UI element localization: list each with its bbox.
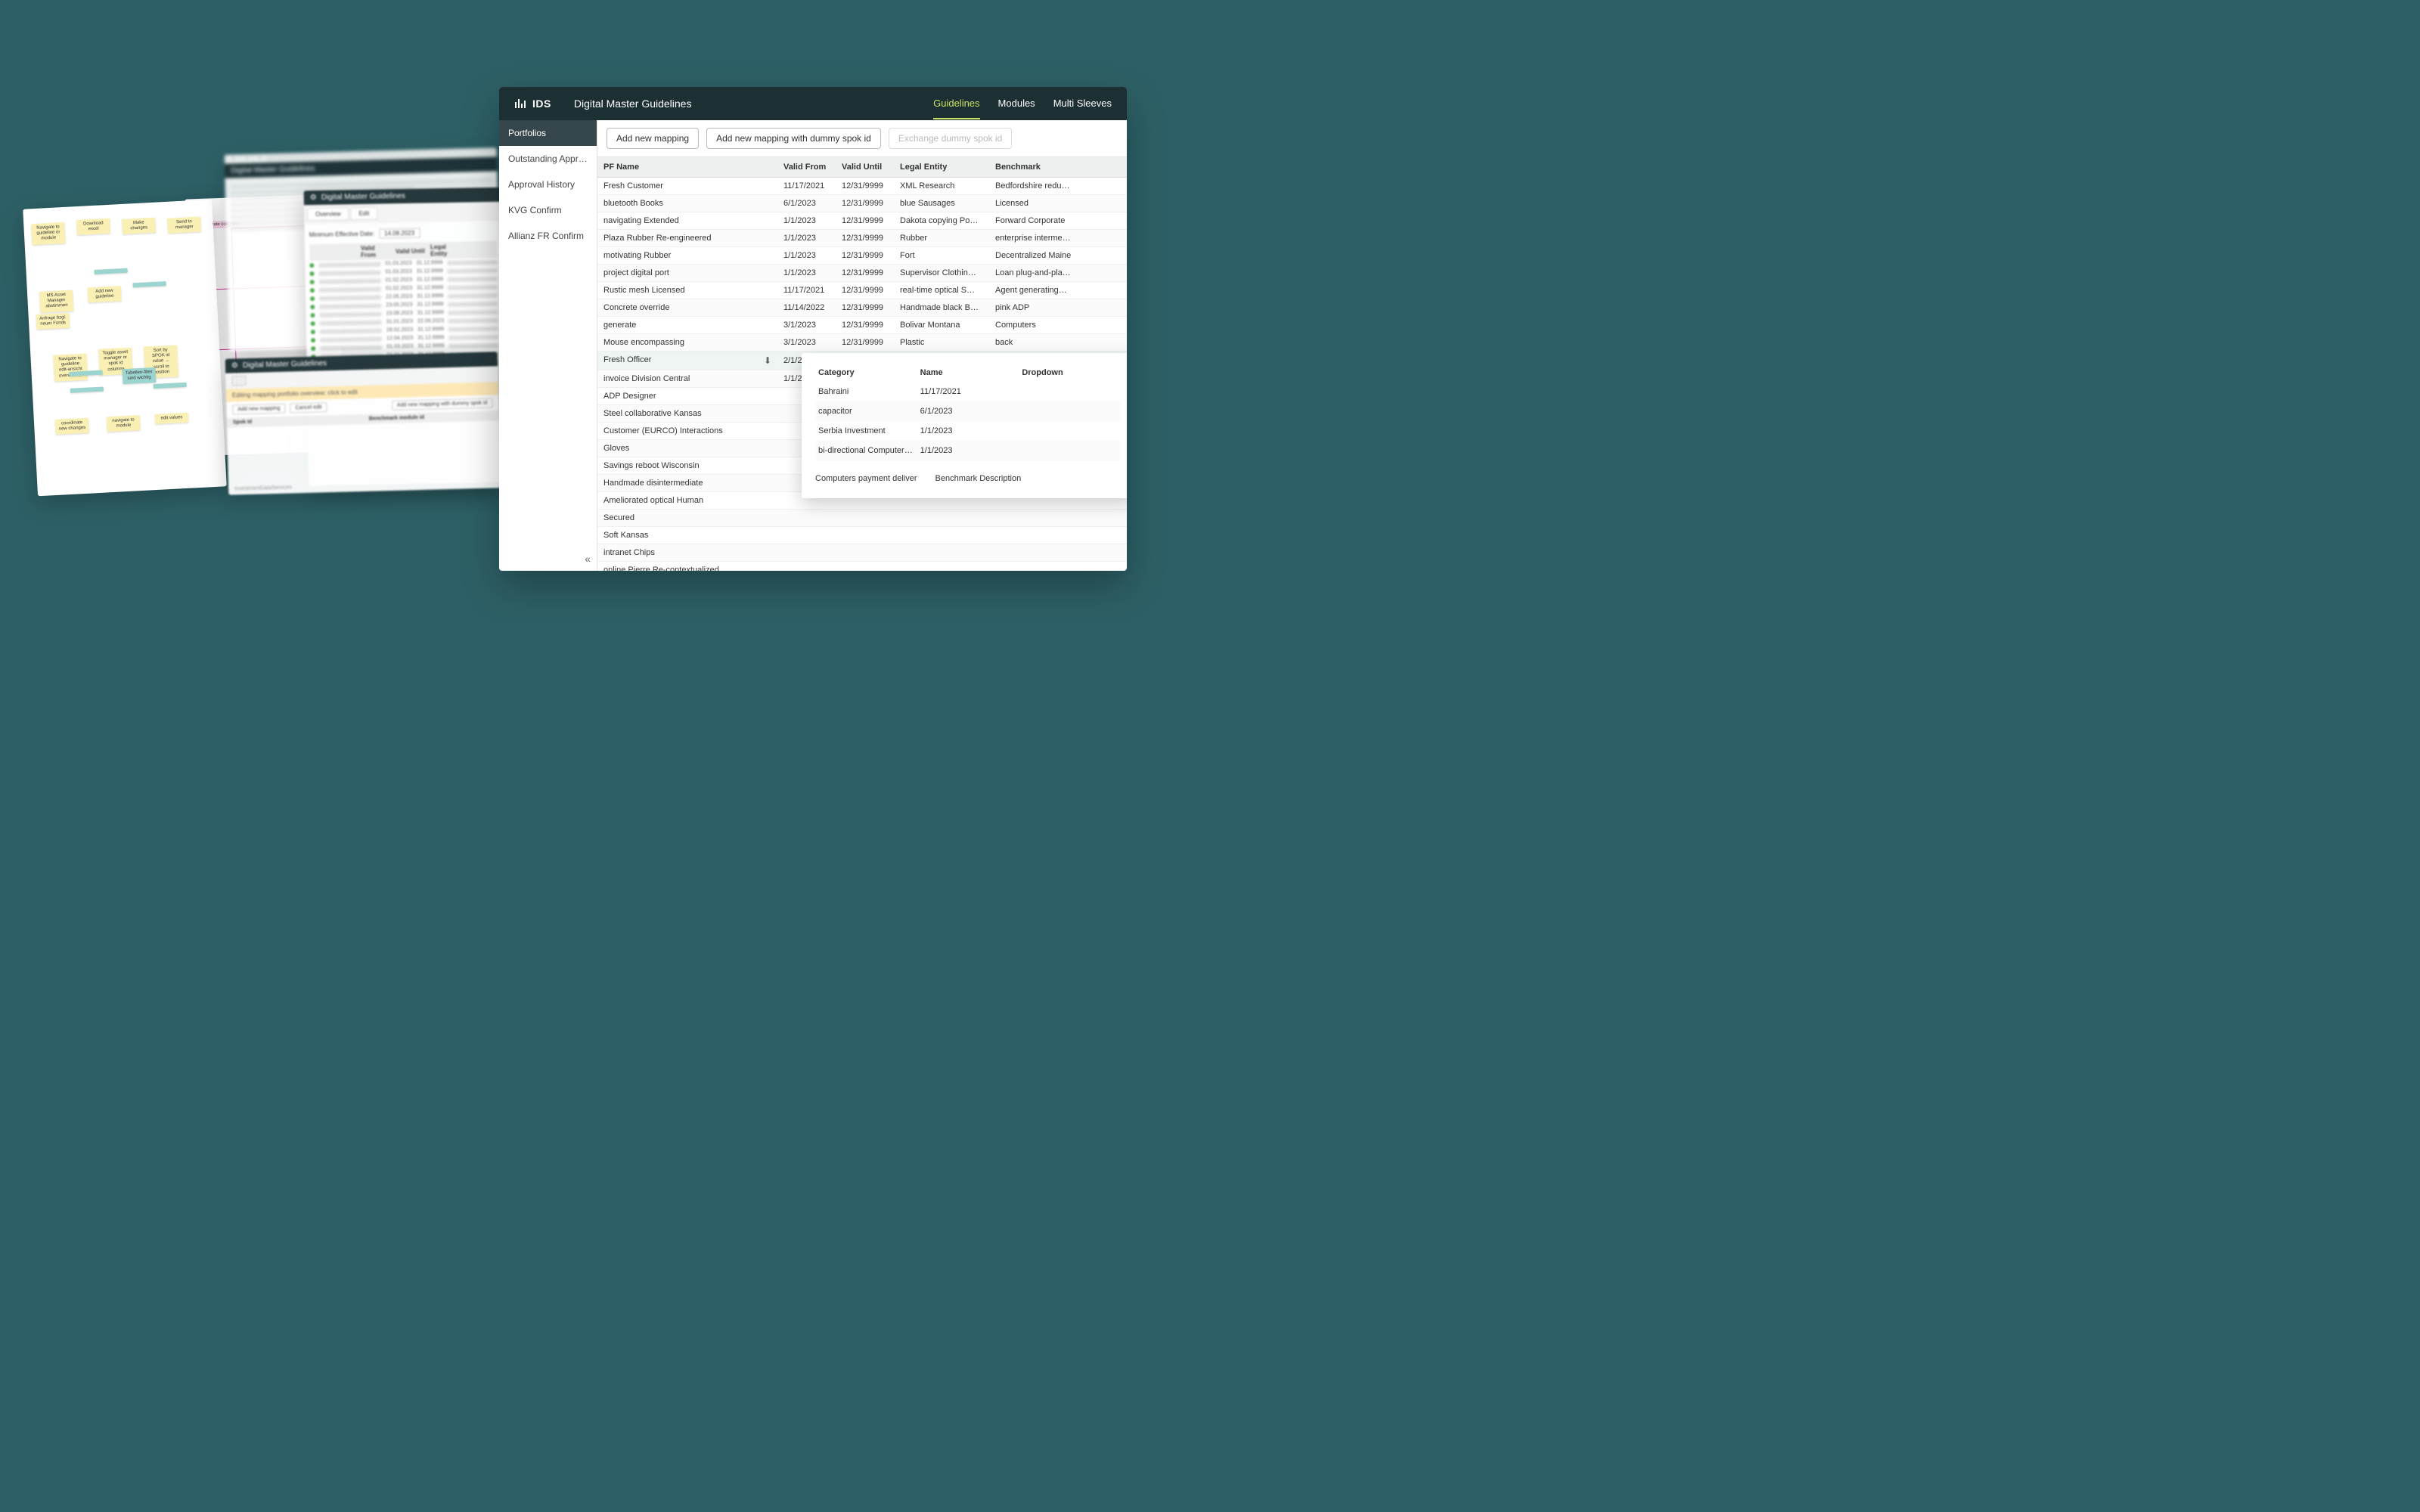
table-row[interactable]: Fresh Customer11/17/202112/31/9999XML Re… bbox=[597, 178, 1127, 195]
sticky-note bbox=[70, 370, 103, 376]
col-valid-from[interactable]: Valid From bbox=[777, 157, 836, 178]
sticky-note bbox=[95, 268, 128, 274]
app-nav: Guidelines Modules Multi Sleeves bbox=[933, 88, 1112, 119]
popover-footer-right: Benchmark Description bbox=[935, 474, 1022, 483]
table-row[interactable]: bluetooth Books6/1/202312/31/9999blue Sa… bbox=[597, 195, 1127, 212]
table-row[interactable]: online Pierre Re-contextualized bbox=[597, 562, 1127, 572]
table-row[interactable]: Plaza Rubber Re-engineered1/1/202312/31/… bbox=[597, 230, 1127, 247]
add-mapping-button[interactable]: Add new mapping bbox=[607, 128, 699, 149]
sticky-note: Download excel bbox=[76, 218, 110, 236]
sticky-note: Navigate to guideline edit-ansicht overv… bbox=[53, 354, 88, 382]
popover-row[interactable]: Serbia Investment1/1/2023 bbox=[815, 421, 1121, 441]
table-row[interactable]: navigating Extended1/1/202312/31/9999Dak… bbox=[597, 212, 1127, 230]
sticky-note: Tabellen-filter sind wichtig bbox=[122, 367, 156, 385]
toolbar: Add new mapping Add new mapping with dum… bbox=[597, 120, 1127, 157]
sticky-note bbox=[154, 383, 187, 389]
table-row[interactable]: Soft Kansas bbox=[597, 527, 1127, 544]
col-pf-name[interactable]: PF Name bbox=[597, 157, 777, 178]
detail-popover: CategoryNameDropdown Bahraini11/17/2021c… bbox=[802, 353, 1127, 498]
sticky-note: Navigate to guideline or module bbox=[31, 222, 65, 245]
legacy-tab-edit: Edit bbox=[350, 207, 377, 221]
app-window: IDS Digital Master Guidelines Guidelines… bbox=[499, 87, 1127, 571]
col-legal-entity[interactable]: Legal Entity bbox=[894, 157, 989, 178]
sidebar-item-kvg-confirm[interactable]: KVG Confirm bbox=[499, 197, 597, 223]
gear-icon: ⚙ bbox=[231, 361, 238, 370]
sidebar-item-approval-history[interactable]: Approval History bbox=[499, 172, 597, 197]
table-row[interactable]: motivating Rubber1/1/202312/31/9999FortD… bbox=[597, 247, 1127, 265]
add-dummy-mapping-button[interactable]: Add new mapping with dummy spok id bbox=[706, 128, 881, 149]
sidebar-item-portfolios[interactable]: Portfolios bbox=[499, 120, 597, 146]
popover-row[interactable]: Bahraini11/17/2021 bbox=[815, 382, 1121, 401]
sticky-note: Add new guideline bbox=[88, 286, 122, 303]
app-logo: IDS bbox=[514, 98, 551, 110]
sticky-note: edit values bbox=[155, 413, 189, 424]
sidebar-item-allianz-fr-confirm[interactable]: Allianz FR Confirm bbox=[499, 223, 597, 249]
table-row[interactable]: intranet Chips bbox=[597, 544, 1127, 562]
sticky-note bbox=[133, 281, 166, 287]
sticky-note bbox=[70, 387, 104, 393]
sidebar-collapse-button[interactable]: « bbox=[585, 553, 591, 565]
sticky-note: Send to manager bbox=[167, 217, 201, 234]
gear-icon: ⚙ bbox=[310, 194, 317, 202]
table-row[interactable]: project digital port1/1/202312/31/9999Su… bbox=[597, 265, 1127, 282]
popover-footer-left: Computers payment deliver bbox=[815, 474, 917, 483]
table-row[interactable]: generate3/1/202312/31/9999Bolivar Montan… bbox=[597, 317, 1127, 334]
sticky-note: coordinate new changes bbox=[55, 418, 89, 435]
bg-legacy-app-edit: ⚙ Digital Master Guidelines Editing mapp… bbox=[225, 352, 501, 494]
popover-row[interactable]: capacitor6/1/2023 bbox=[815, 401, 1121, 421]
nav-multi-sleeves[interactable]: Multi Sleeves bbox=[1053, 88, 1112, 119]
table-row[interactable]: Secured bbox=[597, 510, 1127, 527]
main-panel: Add new mapping Add new mapping with dum… bbox=[597, 120, 1127, 571]
table-row[interactable]: Mouse encompassing3/1/202312/31/9999Plas… bbox=[597, 334, 1127, 352]
col-valid-until[interactable]: Valid Until bbox=[836, 157, 894, 178]
nav-guidelines[interactable]: Guidelines bbox=[933, 88, 979, 119]
app-title: Digital Master Guidelines bbox=[574, 98, 692, 110]
popover-row[interactable]: bi-directional Computer ap…1/1/2023 bbox=[815, 441, 1121, 460]
sticky-note: Anfrage bzgl. neuer Fonds bbox=[36, 313, 70, 330]
col-benchmark[interactable]: Benchmark bbox=[989, 157, 1127, 178]
download-icon[interactable]: ⬇ bbox=[764, 355, 771, 366]
sidebar-item-outstanding-approv-[interactable]: Outstanding Approv… bbox=[499, 146, 597, 172]
legacy-tab-overview: Overview bbox=[307, 207, 349, 221]
bars-icon bbox=[514, 98, 526, 110]
table-row[interactable]: Rustic mesh Licensed11/17/202112/31/9999… bbox=[597, 282, 1127, 299]
table-row[interactable]: Concrete override11/14/202212/31/9999Han… bbox=[597, 299, 1127, 317]
exchange-dummy-button: Exchange dummy spok id bbox=[889, 128, 1012, 149]
app-header: IDS Digital Master Guidelines Guidelines… bbox=[499, 87, 1127, 120]
sidebar: PortfoliosOutstanding Approv…Approval Hi… bbox=[499, 120, 597, 571]
bg-sticky-board: Navigate to guideline or module Download … bbox=[23, 200, 227, 497]
nav-modules[interactable]: Modules bbox=[998, 88, 1035, 119]
sticky-note: navigate to module bbox=[107, 415, 141, 432]
sticky-note: MS Asset Manager abstimmen bbox=[39, 290, 73, 313]
sticky-note: Make changes bbox=[122, 218, 156, 235]
